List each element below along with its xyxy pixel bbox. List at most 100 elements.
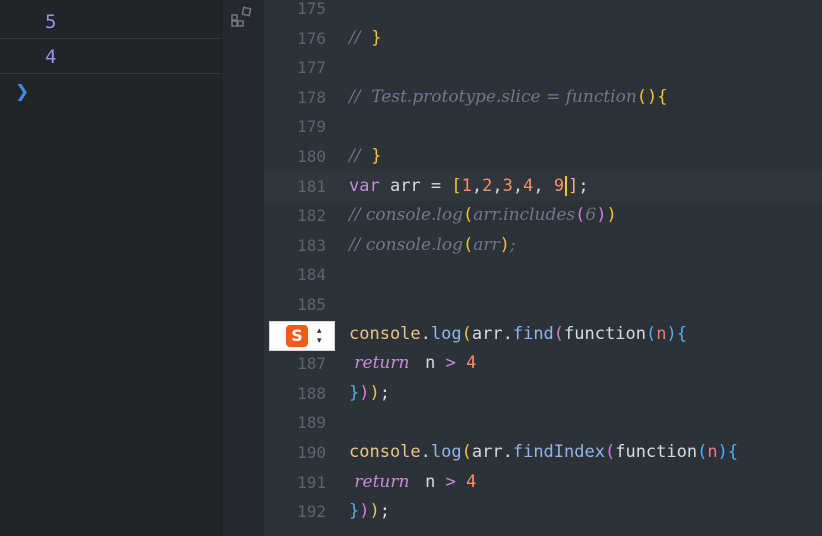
console-panel: 5 4 ❯ (0, 0, 222, 536)
code-line[interactable]: 182 // console.log(arr.includes(6)) (264, 201, 822, 230)
line-number: 190 (297, 443, 326, 462)
code-token: n (414, 471, 446, 492)
line-number: 179 (297, 117, 326, 137)
code-token: // (349, 146, 372, 166)
line-number: 180 (297, 147, 326, 166)
code-token: ; (379, 501, 390, 522)
code-token: ( (636, 86, 648, 107)
code-token: ) (369, 382, 380, 403)
code-token: ) (499, 234, 510, 255)
code-token: ; (578, 175, 589, 196)
code-token: 6 (585, 205, 597, 226)
code-token: ( (462, 205, 474, 226)
code-token: } (371, 146, 382, 166)
ime-logo: S (286, 325, 308, 347)
code-token: 1 (461, 175, 472, 196)
line-number: 177 (297, 58, 326, 78)
code-token: log (430, 442, 462, 462)
code-token: 2 (482, 175, 493, 196)
code-token: ) (717, 442, 728, 462)
code-line[interactable]: 191 return n > 4 (264, 468, 822, 497)
code-token: return (349, 353, 415, 374)
code-editor[interactable]: 175 176 // } 177 178 // Test.prototype.slice … (264, 0, 822, 536)
code-token: findIndex (512, 442, 605, 462)
line-number: 176 (297, 28, 326, 48)
code-text: var arr = [1,2,3,4, 9]; (349, 172, 589, 201)
line-number: 184 (297, 265, 326, 285)
code-token: , (512, 175, 524, 196)
line-number: 185 (297, 295, 326, 314)
line-number: 182 (297, 206, 326, 226)
code-token: ; (509, 234, 516, 255)
code-token: ) (359, 501, 370, 522)
code-token: ; (379, 382, 390, 403)
code-line[interactable]: 192})); (264, 497, 822, 526)
code-token: > (445, 471, 467, 492)
code-text: return n > 4 (349, 468, 476, 497)
line-number: 175 (297, 0, 326, 18)
line-number: 192 (297, 502, 326, 522)
text-cursor (565, 175, 568, 196)
code-line[interactable]: 186console.log(arr.find(function(n){ (264, 320, 822, 349)
code-line[interactable]: 190 console.log(arr.findIndex(function(n)… (264, 438, 822, 467)
code-line[interactable]: 177 (264, 53, 822, 82)
code-line[interactable]: 187 return n > 4 (264, 349, 822, 378)
line-number: 183 (297, 235, 326, 255)
code-token: ) (606, 205, 617, 226)
line-number: 187 (297, 354, 326, 374)
line-number: 191 (297, 472, 326, 492)
code-token: 4 (523, 175, 534, 196)
code-token: 9 (553, 175, 565, 196)
line-number: 188 (297, 383, 326, 403)
code-line[interactable]: 189 (264, 408, 822, 437)
code-token: } (349, 501, 360, 522)
code-line[interactable]: 185 (264, 290, 822, 319)
code-token: . (420, 442, 431, 462)
code-token: , (492, 175, 503, 196)
code-token: ) (647, 86, 658, 107)
code-token: { (676, 323, 687, 344)
code-text: console.log(arr.find(function(n){ (349, 320, 687, 349)
code-token: . (502, 442, 513, 462)
ime-menu-arrows[interactable]: ▴ ▾ (317, 326, 322, 346)
code-text: // console.log(arr); (349, 231, 516, 260)
code-token: console (349, 323, 421, 344)
code-line[interactable]: 179 (264, 112, 822, 141)
code-token: . (420, 323, 431, 344)
code-line[interactable]: 180 // } (264, 142, 822, 171)
code-token: ( (461, 442, 472, 462)
code-token: log (430, 323, 462, 344)
code-token: ) (369, 501, 380, 522)
code-text: })); (349, 497, 390, 526)
code-token: ( (461, 323, 472, 344)
code-token: n (414, 353, 446, 374)
layout-icon[interactable] (231, 6, 253, 28)
code-line[interactable]: 176 // } (264, 24, 822, 53)
console-output-value: 5 (45, 11, 57, 33)
code-token: , (533, 175, 554, 196)
code-line[interactable]: 183 // console.log(arr); (264, 231, 822, 260)
code-token: console (349, 442, 421, 462)
code-line[interactable]: 188})); (264, 379, 822, 408)
code-text: })); (349, 379, 390, 408)
code-text: return n > 4 (349, 349, 476, 378)
code-token: ) (666, 323, 677, 344)
code-token: // console.log (349, 205, 463, 226)
line-number: 189 (297, 413, 326, 433)
code-token: var (349, 175, 390, 196)
code-line[interactable]: 181 var arr = [1,2,3,4, 9]; (264, 171, 822, 201)
code-line[interactable]: 178 // Test.prototype.slice = function(){ (264, 83, 822, 112)
code-text: console.log(arr.findIndex(function(n){ (349, 438, 738, 467)
chevron-right-icon[interactable]: ❯ (15, 82, 29, 102)
code-token: n (707, 442, 718, 462)
code-token: arr (473, 234, 500, 255)
code-token: ( (553, 323, 565, 344)
panel-divider (222, 0, 264, 536)
code-text: // console.log(arr.includes(6)) (349, 201, 617, 230)
sogou-ime-icon[interactable]: S ▴ ▾ (269, 321, 335, 351)
code-line[interactable]: 175 (264, 0, 822, 23)
code-token: arr (471, 442, 503, 462)
code-token: . (502, 323, 513, 344)
code-line[interactable]: 184 (264, 260, 822, 289)
code-token: arr.includes (473, 205, 576, 226)
